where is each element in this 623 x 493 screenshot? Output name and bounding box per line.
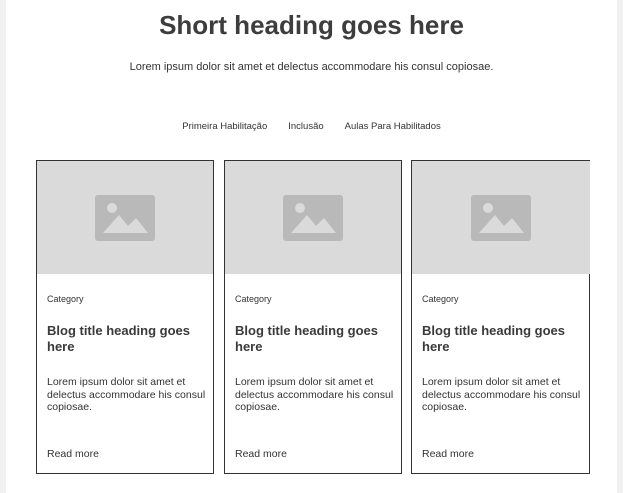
category-filter-nav: Primeira Habilitação Inclusão Aulas Para… xyxy=(6,121,617,133)
card-excerpt: Lorem ipsum dolor sit amet et delectus a… xyxy=(47,376,206,413)
filter-link-inclusao[interactable]: Inclusão xyxy=(288,121,323,133)
blog-card-list: Category Blog title heading goes here Lo… xyxy=(36,160,596,474)
blog-card[interactable]: Category Blog title heading goes here Lo… xyxy=(411,160,590,474)
image-placeholder-icon xyxy=(471,195,531,241)
blog-card[interactable]: Category Blog title heading goes here Lo… xyxy=(224,160,402,474)
page-subtitle: Lorem ipsum dolor sit amet et delectus a… xyxy=(129,61,494,73)
card-category: Category xyxy=(47,294,84,304)
card-category: Category xyxy=(422,294,459,304)
card-excerpt: Lorem ipsum dolor sit amet et delectus a… xyxy=(422,376,581,413)
card-title[interactable]: Blog title heading goes here xyxy=(235,323,395,355)
filter-link-primeira-habilitacao[interactable]: Primeira Habilitação xyxy=(182,121,267,133)
card-image-placeholder[interactable] xyxy=(225,161,401,274)
card-title[interactable]: Blog title heading goes here xyxy=(422,323,582,355)
card-title[interactable]: Blog title heading goes here xyxy=(47,323,207,355)
filter-link-aulas-para-habilitados[interactable]: Aulas Para Habilitados xyxy=(345,121,441,133)
blog-card[interactable]: Category Blog title heading goes here Lo… xyxy=(36,160,214,474)
image-placeholder-icon xyxy=(95,195,155,241)
card-image-placeholder[interactable] xyxy=(412,161,590,274)
page-title: Short heading goes here xyxy=(159,10,464,40)
card-category: Category xyxy=(235,294,272,304)
card-excerpt: Lorem ipsum dolor sit amet et delectus a… xyxy=(235,376,394,413)
read-more-link[interactable]: Read more xyxy=(422,448,474,460)
page-content: Short heading goes here Lorem ipsum dolo… xyxy=(6,0,617,493)
read-more-link[interactable]: Read more xyxy=(47,448,99,460)
image-placeholder-icon xyxy=(283,195,343,241)
card-image-placeholder[interactable] xyxy=(37,161,213,274)
read-more-link[interactable]: Read more xyxy=(235,448,287,460)
